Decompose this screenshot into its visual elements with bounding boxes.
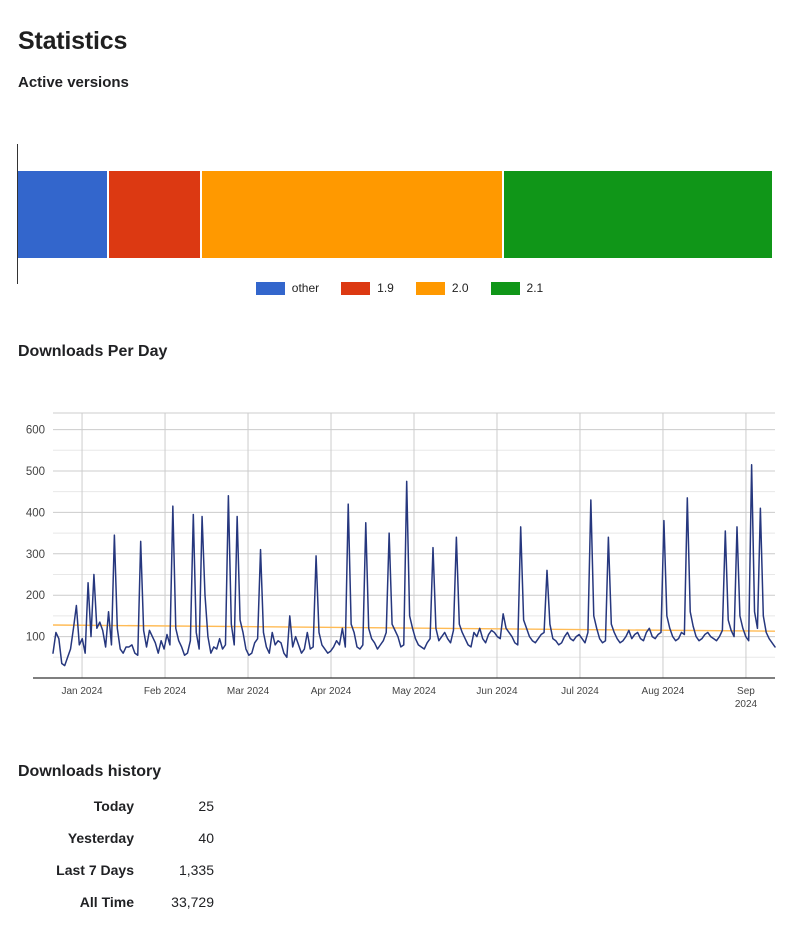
y-axis-tick-label: 300 <box>26 549 45 561</box>
chart-gridlines <box>53 412 775 678</box>
bar-segment-other[interactable] <box>18 171 110 258</box>
y-axis-tick-label: 600 <box>26 425 45 437</box>
history-row-label: Today <box>93 798 134 814</box>
chart-y-axis-labels: 100 200 300 400 500 600 <box>26 425 45 644</box>
y-axis-tick-label: 500 <box>26 466 45 478</box>
legend-label: other <box>291 281 320 295</box>
active-versions-legend: other 1.9 2.0 2.1 <box>0 282 799 295</box>
y-axis-tick-label: 400 <box>26 507 45 519</box>
downloads-per-day-heading: Downloads Per Day <box>18 343 168 361</box>
table-row: Today 25 <box>18 790 220 822</box>
x-axis-tick-label: Aug 2024 <box>642 686 685 697</box>
x-axis-tick-label: Jan 2024 <box>61 686 103 697</box>
y-axis-tick-label: 200 <box>26 590 45 602</box>
downloads-per-day-chart[interactable]: 100 200 300 400 500 600 Jan 2024 Feb 2024 Mar 2… <box>0 380 799 725</box>
table-row: Yesterday 40 <box>18 822 220 854</box>
bar-segment-1-9[interactable] <box>109 171 203 258</box>
y-axis-tick-label: 100 <box>26 632 45 644</box>
downloads-history-body: Today 25 Yesterday 40 Last 7 Days 1,335 All Ti… <box>18 790 220 918</box>
legend-swatch-icon-2-0 <box>415 282 445 295</box>
statistics-page: Statistics Active versions other 1.9 2.0 2.… <box>0 0 799 946</box>
legend-label: 2.0 <box>451 281 469 295</box>
x-axis-tick-label: Sep <box>737 686 755 697</box>
chart-x-axis-labels: Jan 2024 Feb 2024 Mar 2024 Apr 2024 May 2024… <box>61 686 757 710</box>
page-title: Statistics <box>18 26 128 55</box>
table-row: Last 7 Days 1,335 <box>18 854 220 886</box>
legend-entry-2-1[interactable]: 2.1 <box>490 281 544 295</box>
x-axis-tick-label: Jun 2024 <box>476 686 518 697</box>
history-row-value: 33,729 <box>171 894 214 910</box>
history-row-label: All Time <box>79 894 134 910</box>
history-row-label: Yesterday <box>67 830 134 846</box>
legend-swatch-icon-1-9 <box>341 282 371 295</box>
history-row-value: 1,335 <box>178 862 214 878</box>
bar-segment-2-1[interactable] <box>504 171 772 258</box>
x-axis-tick-label: Apr 2024 <box>311 686 352 697</box>
legend-swatch-icon-other <box>255 282 285 295</box>
history-row-value: 40 <box>198 830 214 846</box>
history-row-value: 25 <box>198 798 214 814</box>
bar-segment-2-0[interactable] <box>202 171 505 258</box>
active-versions-heading: Active versions <box>18 74 129 92</box>
x-axis-tick-label: Mar 2024 <box>227 686 270 697</box>
active-versions-chart: other 1.9 2.0 2.1 <box>0 100 799 315</box>
legend-entry-1-9[interactable]: 1.9 <box>341 282 394 295</box>
legend-label: 1.9 <box>377 281 394 295</box>
legend-entry-2-0[interactable]: 2.0 <box>415 281 469 295</box>
x-axis-tick-label: May 2024 <box>392 686 436 697</box>
legend-entry-other[interactable]: other <box>255 281 320 295</box>
active-versions-stacked-bar[interactable] <box>18 171 772 258</box>
x-axis-tick-label: 2024 <box>735 699 758 710</box>
downloads-line-chart-svg: 100 200 300 400 500 600 Jan 2024 Feb 2024 Mar 2… <box>26 412 776 710</box>
history-row-label: Last 7 Days <box>56 862 134 878</box>
table-row: All Time 33,729 <box>18 886 220 918</box>
x-axis-tick-label: Feb 2024 <box>144 686 187 697</box>
downloads-history-table: Today 25 Yesterday 40 Last 7 Days 1,335 All Ti… <box>18 790 220 918</box>
downloads-history-heading: Downloads history <box>18 763 162 781</box>
legend-label: 2.1 <box>526 281 544 295</box>
x-axis-tick-label: Jul 2024 <box>561 686 599 697</box>
legend-swatch-icon-2-1 <box>490 282 520 295</box>
